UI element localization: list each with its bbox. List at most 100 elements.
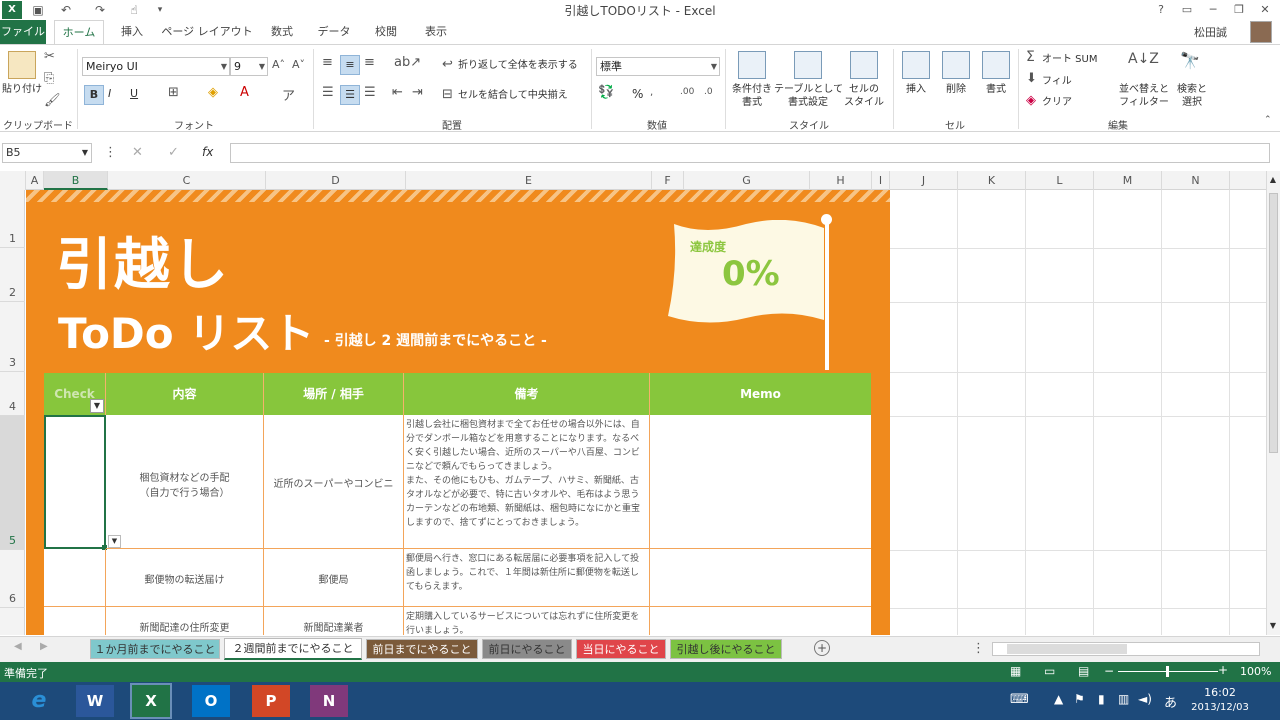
internet-explorer-icon[interactable]: e bbox=[20, 685, 58, 717]
normal-view-icon[interactable]: ▦ bbox=[1010, 664, 1021, 678]
binoculars-icon[interactable]: 🔭 bbox=[1180, 51, 1200, 70]
font-name-select[interactable]: Meiryo UI ▼ bbox=[82, 57, 230, 76]
word-icon[interactable]: W bbox=[76, 685, 114, 717]
tab-page-layout[interactable]: ページ レイアウト bbox=[160, 20, 254, 44]
format-cells-button[interactable]: 書式 bbox=[976, 83, 1016, 96]
border-icon[interactable]: ⊞ bbox=[168, 85, 179, 100]
avatar[interactable] bbox=[1250, 21, 1272, 43]
zoom-slider-thumb[interactable] bbox=[1166, 666, 1169, 677]
paste-icon[interactable] bbox=[8, 51, 36, 79]
page-layout-view-icon[interactable]: ▭ bbox=[1044, 664, 1055, 678]
scroll-thumb[interactable] bbox=[1007, 644, 1127, 654]
conditional-format-label-1[interactable]: 条件付き bbox=[726, 83, 778, 96]
font-size-select[interactable]: 9 ▼ bbox=[230, 57, 268, 76]
comma-style-icon[interactable]: , bbox=[650, 87, 653, 98]
fill-color-icon[interactable]: ◈ bbox=[208, 85, 218, 100]
percent-button[interactable]: % bbox=[632, 87, 643, 101]
format-as-table-label-2[interactable]: 書式設定 bbox=[774, 96, 842, 109]
insert-cells-icon[interactable] bbox=[902, 51, 930, 79]
cell-styles-icon[interactable] bbox=[850, 51, 878, 79]
collapse-ribbon-icon[interactable]: ⌃ bbox=[1264, 115, 1272, 125]
zoom-in-button[interactable]: + bbox=[1218, 663, 1228, 677]
autosum-icon[interactable]: Σ bbox=[1026, 49, 1035, 65]
task-content-cell[interactable]: 梱包資材などの手配 （自力で行う場合） bbox=[106, 415, 264, 549]
volume-icon[interactable]: ◄) bbox=[1138, 692, 1152, 706]
tab-view[interactable]: 表示 bbox=[414, 20, 458, 44]
phonetic-icon[interactable]: ア bbox=[282, 85, 295, 104]
find-select-label-1[interactable]: 検索と bbox=[1170, 83, 1214, 96]
column-header[interactable]: H bbox=[810, 171, 872, 190]
ime-indicator[interactable]: あ bbox=[1164, 692, 1177, 711]
task-memo-cell[interactable] bbox=[650, 415, 871, 549]
task-note-cell[interactable]: 引越し会社に梱包資材まで全てお任せの場合以外には、自分でダンボール箱などを用意す… bbox=[404, 415, 650, 549]
delete-cells-icon[interactable] bbox=[942, 51, 970, 79]
align-top-icon[interactable]: ≡ bbox=[322, 55, 333, 70]
font-color-icon[interactable]: A bbox=[240, 85, 249, 100]
row-header[interactable]: 5 bbox=[0, 416, 25, 550]
clock-time[interactable]: 16:02 bbox=[1190, 686, 1250, 699]
orientation-icon[interactable]: ab↗ bbox=[394, 55, 421, 70]
close-button[interactable]: ✕ bbox=[1252, 0, 1278, 20]
row-header[interactable]: 2 bbox=[0, 248, 25, 302]
task-memo-cell[interactable] bbox=[650, 607, 871, 635]
increase-decimal-icon[interactable]: .00 bbox=[680, 87, 694, 97]
select-all-corner[interactable] bbox=[0, 171, 26, 190]
prev-sheet-icon[interactable]: ◀ bbox=[14, 641, 22, 652]
show-hidden-icons-icon[interactable]: ▲ bbox=[1054, 692, 1063, 706]
increase-indent-icon[interactable]: ⇥ bbox=[412, 85, 423, 100]
fill-icon[interactable]: ⬇ bbox=[1026, 71, 1037, 86]
ribbon-display-icon[interactable]: ▭ bbox=[1174, 0, 1200, 20]
flag-icon[interactable]: ⚑ bbox=[1074, 692, 1085, 706]
task-content-cell[interactable]: 郵便物の転送届け bbox=[106, 549, 264, 607]
network-icon[interactable]: ▥ bbox=[1118, 692, 1129, 706]
row-header[interactable]: 4 bbox=[0, 372, 25, 416]
shrink-font-icon[interactable]: A˅ bbox=[292, 58, 305, 71]
format-painter-icon[interactable]: 🖌 bbox=[44, 93, 61, 108]
grow-font-icon[interactable]: A˄ bbox=[272, 58, 285, 71]
fill-button[interactable]: フィル bbox=[1042, 75, 1072, 88]
conditional-format-icon[interactable] bbox=[738, 51, 766, 79]
insert-function-button[interactable]: fx bbox=[202, 145, 213, 159]
tab-insert[interactable]: 挿入 bbox=[112, 20, 152, 44]
excel-icon[interactable]: X bbox=[130, 683, 172, 719]
onenote-icon[interactable]: N bbox=[310, 685, 348, 717]
tab-file[interactable]: ファイル bbox=[0, 20, 46, 44]
align-center-icon[interactable]: ☰ bbox=[340, 85, 360, 105]
tab-data[interactable]: データ bbox=[310, 20, 358, 44]
column-header[interactable]: J bbox=[890, 171, 958, 190]
task-note-cell[interactable]: 定期購入しているサービスについては忘れずに住所変更を行いましょう。 bbox=[404, 607, 650, 635]
task-place-cell[interactable]: 郵便局 bbox=[264, 549, 404, 607]
merge-center-button[interactable]: セルを結合して中央揃え bbox=[458, 89, 568, 102]
accounting-format-icon[interactable]: 💱 bbox=[598, 85, 614, 100]
autosum-button[interactable]: オート SUM bbox=[1042, 53, 1097, 66]
vertical-scrollbar[interactable]: ▲ ▼ bbox=[1266, 171, 1280, 635]
horizontal-scrollbar[interactable] bbox=[992, 642, 1260, 656]
zoom-level[interactable]: 100% bbox=[1240, 665, 1271, 678]
keyboard-icon[interactable]: ⌨ bbox=[1010, 692, 1029, 707]
filter-dropdown-icon[interactable]: ▼ bbox=[90, 399, 104, 413]
copy-icon[interactable]: ⎘ bbox=[44, 71, 54, 86]
wrap-text-button[interactable]: 折り返して全体を表示する bbox=[458, 59, 578, 72]
check-cell[interactable] bbox=[44, 549, 106, 607]
page-break-view-icon[interactable]: ▤ bbox=[1078, 664, 1089, 678]
sort-filter-label-1[interactable]: 並べ替えと bbox=[1114, 83, 1174, 96]
align-right-icon[interactable]: ☰ bbox=[364, 85, 376, 100]
column-header[interactable]: N bbox=[1162, 171, 1230, 190]
column-header[interactable]: G bbox=[684, 171, 810, 190]
add-sheet-icon[interactable]: + bbox=[814, 640, 830, 656]
format-cells-icon[interactable] bbox=[982, 51, 1010, 79]
task-memo-cell[interactable] bbox=[650, 549, 871, 607]
italic-button[interactable]: I bbox=[108, 87, 111, 100]
row-header[interactable]: 1 bbox=[0, 190, 25, 248]
outlook-icon[interactable]: O bbox=[192, 685, 230, 717]
column-header[interactable]: F bbox=[652, 171, 684, 190]
number-format-select[interactable]: 標準 ▼ bbox=[596, 57, 720, 76]
cut-icon[interactable]: ✂ bbox=[44, 49, 55, 64]
cell-styles-label-2[interactable]: スタイル bbox=[838, 96, 890, 109]
task-note-cell[interactable]: 郵便局へ行き、窓口にある転居届に必要事項を記入して投函しましょう。これで、１年間… bbox=[404, 549, 650, 607]
sheet-tab[interactable]: 前日までにやること bbox=[366, 639, 478, 659]
align-left-icon[interactable]: ☰ bbox=[322, 85, 334, 100]
format-as-table-label-1[interactable]: テーブルとして bbox=[774, 83, 843, 96]
column-header[interactable]: D bbox=[266, 171, 406, 190]
scroll-thumb[interactable] bbox=[1269, 193, 1278, 453]
